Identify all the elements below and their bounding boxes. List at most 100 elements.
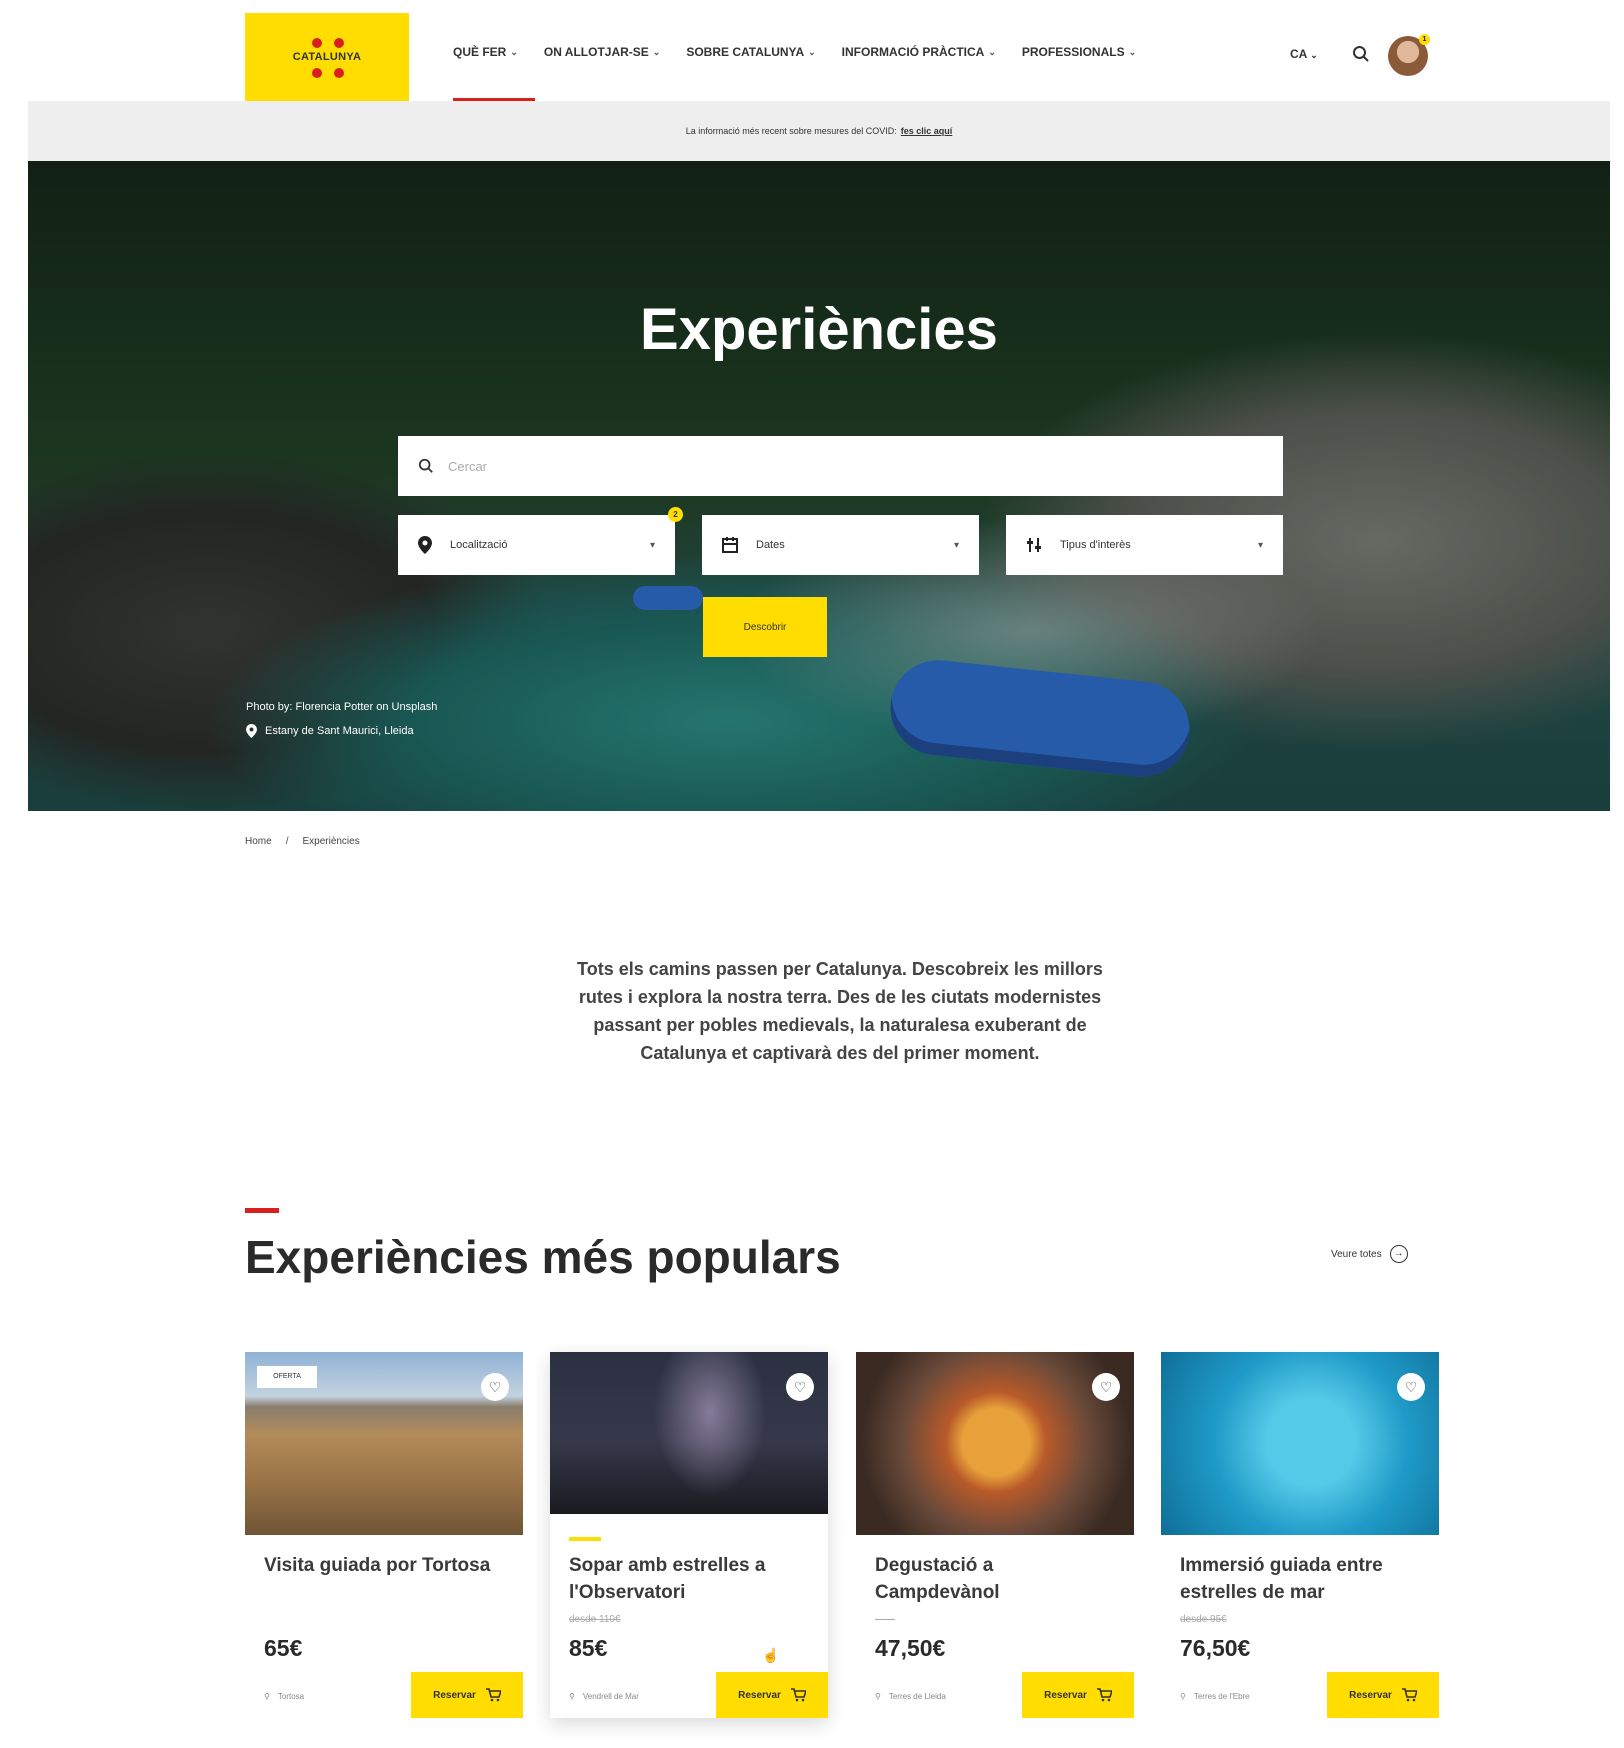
reserve-button[interactable]: Reservar [1022,1672,1134,1718]
search-icon[interactable] [1352,45,1370,63]
language-selector[interactable]: CA ⌄ [1290,47,1318,61]
card-image [1161,1352,1439,1535]
location-filter[interactable]: Localització ▾ [398,515,675,575]
pointer-cursor-icon: ☝ [762,1647,780,1663]
cart-icon [1096,1688,1112,1702]
search-icon [418,458,433,473]
photo-location: Estany de Sant Maurici, Lleida [246,724,414,738]
nav-label: QUÈ FER [453,45,507,59]
card-location: ⚲ Tortosa [264,1692,304,1701]
reserve-button[interactable]: Reservar [716,1672,828,1718]
breadcrumb: Home / Experiències [245,836,360,847]
heart-icon[interactable]: ♡ [786,1373,814,1401]
nav-label: PROFESSIONALS [1021,45,1125,59]
dates-filter[interactable]: Dates ▾ [702,515,979,575]
card-title[interactable]: Immersió guiada entre estrelles de mar [1180,1552,1420,1606]
filter-label: Dates [756,539,785,551]
card-location-label: Terres de Lleida [888,1692,946,1701]
heart-icon[interactable]: ♡ [1092,1373,1120,1401]
breadcrumb-home[interactable]: Home [245,836,272,847]
card-location-label: Terres de l'Ebre [1193,1692,1250,1701]
pin-icon: ⚲ [875,1692,881,1701]
nav-label: ON ALLOTJAR-SE [543,45,649,59]
card-location: ⚲ Terres de Lleida [875,1692,946,1701]
pin-icon: ⚲ [1180,1692,1186,1701]
chevron-down-icon: ⌄ [510,46,518,57]
covid-notice-bar: La informació més recent sobre mesures d… [28,101,1610,161]
cart-icon [1401,1688,1417,1702]
cart-icon [485,1688,501,1702]
photo-location-label: Estany de Sant Maurici, Lleida [265,725,414,737]
filter-count-badge: 2 [668,507,683,522]
language-label: CA [1290,47,1307,61]
chevron-down-icon: ⌄ [988,46,996,57]
notice-link[interactable]: fes clic aquí [901,126,953,136]
card-location: ⚲ Vendrell de Mar [569,1692,639,1701]
see-all-link[interactable]: Veure totes → [1331,1245,1408,1263]
calendar-icon [722,537,738,553]
cart-icon [790,1688,806,1702]
pin-icon [246,724,257,738]
breadcrumb-current: Experiències [302,836,360,847]
card-image [550,1352,828,1514]
reserve-button[interactable]: Reservar [411,1672,523,1718]
interest-filter[interactable]: Tipus d'interès ▾ [1006,515,1283,575]
card-price: 65€ [264,1635,303,1661]
card-price: 76,50€ [1180,1635,1251,1661]
logo-text: CATALUNYA [292,51,362,63]
chevron-down-icon: ⌄ [808,46,816,57]
card-price: 85€ [569,1635,608,1661]
card-location: ⚲ Terres de l'Ebre [1180,1692,1250,1701]
section-accent-bar [245,1208,279,1213]
experience-card[interactable]: ♡ Sopar amb estrelles a l'Observatori de… [550,1352,828,1718]
nav-item-informacio-practica[interactable]: INFORMACIÓ PRÀCTICA ⌄ [842,45,996,59]
nav-item-professionals[interactable]: PROFESSIONALS ⌄ [1022,45,1136,59]
experience-card[interactable]: ♡ Immersió guiada entre estrelles de mar… [1161,1352,1439,1718]
main-nav: QUÈ FER ⌄ ON ALLOTJAR-SE ⌄ SOBRE CATALUN… [453,45,1162,104]
card-title[interactable]: Sopar amb estrelles a l'Observatori [569,1552,809,1606]
reserve-label: Reservar [1349,1689,1392,1701]
chevron-down-icon: ▾ [953,539,959,551]
card-tag: OFERTA [257,1366,317,1388]
discover-button[interactable]: Descobrir [703,597,827,657]
hero-title: Experiències [640,297,998,362]
reserve-button[interactable]: Reservar [1327,1672,1439,1718]
site-header: CATALUNYA QUÈ FER ⌄ ON ALLOTJAR-SE ⌄ SOB… [0,0,1624,104]
nav-label: SOBRE CATALUNYA [686,45,805,59]
logo-mark: CATALUNYA [282,32,372,82]
card-accent-bar [569,1537,601,1541]
filter-label: Tipus d'interès [1060,539,1131,551]
card-old-price: desde 95€ [1180,1614,1227,1625]
notification-badge: 1 [1419,34,1430,45]
experience-card[interactable]: ♡ Degustació a Campdevànol —— 47,50€ ⚲ T… [856,1352,1134,1718]
reserve-label: Reservar [433,1689,476,1701]
arrow-right-icon: → [1389,1245,1408,1263]
section-title: Experiències més populars [245,1231,841,1283]
card-title[interactable]: Degustació a Campdevànol [875,1552,1115,1606]
search-input[interactable]: Cercar [398,436,1283,496]
card-image [856,1352,1134,1535]
nav-item-sobre-catalunya[interactable]: SOBRE CATALUNYA ⌄ [686,45,815,59]
card-title[interactable]: Visita guiada por Tortosa [264,1552,504,1579]
chevron-down-icon: ⌄ [652,46,661,57]
nav-item-que-fer[interactable]: QUÈ FER ⌄ [453,45,535,104]
card-location-label: Vendrell de Mar [582,1692,639,1701]
search-placeholder: Cercar [448,458,488,474]
experience-card[interactable]: OFERTA ♡ Visita guiada por Tortosa 65€ ⚲… [245,1352,523,1718]
heart-icon[interactable]: ♡ [481,1373,509,1401]
chevron-down-icon: ▾ [1257,539,1263,551]
hero-banner: Experiències Cercar Localització ▾ 2 Dat… [28,161,1610,811]
filter-label: Localització [450,539,508,551]
heart-icon[interactable]: ♡ [1397,1373,1425,1401]
chevron-down-icon: ⌄ [1128,46,1137,57]
catalunya-logo[interactable]: CATALUNYA [245,13,409,101]
see-all-label: Veure totes [1331,1248,1382,1260]
intro-text: Tots els camins passen per Catalunya. De… [577,959,1103,1063]
photo-credit: Photo by: Florencia Potter on Unsplash [246,701,438,713]
reserve-label: Reservar [738,1689,781,1701]
nav-label: INFORMACIÓ PRÀCTICA [841,45,985,59]
nav-item-on-allotjar-se[interactable]: ON ALLOTJAR-SE ⌄ [544,45,660,59]
card-price: 47,50€ [875,1635,946,1661]
sliders-icon [1027,538,1041,552]
pin-icon: ⚲ [264,1692,270,1701]
